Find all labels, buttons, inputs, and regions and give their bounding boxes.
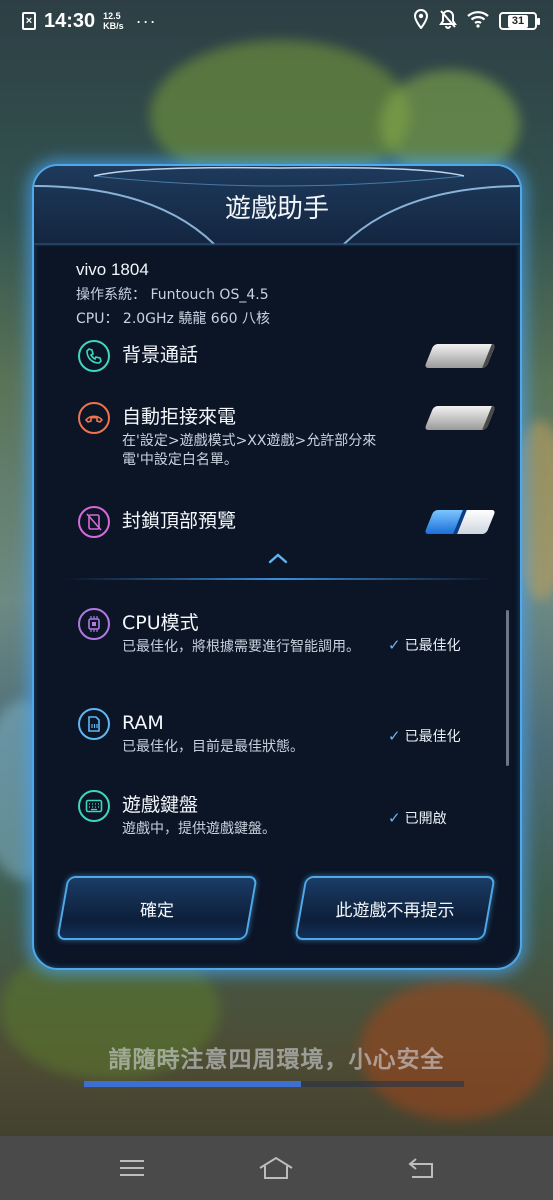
device-model: vivo 1804 xyxy=(76,260,149,279)
dont-remind-button-label: 此遊戲不再提示 xyxy=(335,900,455,921)
optimization-row-keyboard: 遊戲鍵盤 遊戲中，提供遊戲鍵盤。 xyxy=(78,790,362,839)
home-icon xyxy=(259,1156,294,1179)
optimization-status: ✓ 已開啟 xyxy=(388,808,447,828)
block-preview-toggle[interactable] xyxy=(424,510,496,534)
menu-button[interactable] xyxy=(102,1148,162,1188)
clock: 14:30 xyxy=(44,9,96,32)
status-text: 已開啟 xyxy=(404,811,447,827)
confirm-button-label: 確定 xyxy=(140,900,174,921)
device-info: vivo 1804 操作系統： Funtouch OS_4.5 CPU： 2.0… xyxy=(76,260,270,328)
game-assistant-dialog: 遊戲助手 vivo 1804 操作系統： Funtouch OS_4.5 CPU… xyxy=(32,164,522,970)
location-icon xyxy=(413,8,429,34)
loading-progress-bar xyxy=(84,1081,464,1087)
network-speed-unit: KB/s xyxy=(103,21,124,31)
status-text: 已最佳化 xyxy=(404,729,461,745)
toggle-title: 背景通話 xyxy=(122,344,199,366)
check-icon: ✓ xyxy=(388,809,401,827)
toggle-row-auto-reject: 自動拒接來電 在'設定>遊戲模式>XX遊戲>允許部分來電'中設定白名單。 xyxy=(78,402,402,470)
status-bar: × 14:30 12.5 KB/s ··· 31 xyxy=(0,0,553,42)
optimization-title: CPU模式 xyxy=(122,612,199,634)
keyboard-icon xyxy=(78,790,110,822)
optimization-title: RAM xyxy=(122,712,164,734)
loading-progress-fill xyxy=(84,1081,301,1087)
back-button[interactable] xyxy=(391,1148,451,1188)
collapse-chevron-icon[interactable] xyxy=(267,550,289,569)
device-os: 操作系統： Funtouch OS_4.5 xyxy=(76,287,269,303)
hangup-icon xyxy=(78,402,110,434)
toggle-knob xyxy=(424,406,464,430)
optimization-status: ✓ 已最佳化 xyxy=(388,726,461,746)
battery-icon: 31 xyxy=(499,12,540,30)
confirm-button[interactable]: 確定 xyxy=(56,876,258,940)
wifi-icon xyxy=(467,10,489,33)
optimization-subtitle: 遊戲中，提供遊戲鍵盤。 xyxy=(122,821,276,837)
toggle-divider xyxy=(482,344,496,368)
optimization-title: 遊戲鍵盤 xyxy=(122,794,199,816)
ram-icon xyxy=(78,708,110,740)
battery-level: 31 xyxy=(507,14,529,28)
background-call-toggle[interactable] xyxy=(424,344,496,368)
toggle-row-block-preview: 封鎖頂部預覽 xyxy=(78,506,236,538)
home-button[interactable] xyxy=(246,1148,306,1188)
no-sim-icon: × xyxy=(22,12,36,30)
optimization-subtitle: 已最佳化，目前是最佳狀態。 xyxy=(122,739,304,755)
network-speed: 12.5 KB/s xyxy=(103,11,124,31)
toggle-title: 封鎖頂部預覽 xyxy=(122,510,237,532)
optimization-status: ✓ 已最佳化 xyxy=(388,635,461,655)
toggle-title: 自動拒接來電 xyxy=(122,406,237,428)
dialog-title: 遊戲助手 xyxy=(224,194,329,224)
cpu-icon xyxy=(78,608,110,640)
status-text: 已最佳化 xyxy=(404,638,461,654)
auto-reject-toggle[interactable] xyxy=(424,406,496,430)
scrollbar[interactable] xyxy=(506,610,509,766)
more-notifications-icon: ··· xyxy=(135,10,157,31)
toggle-divider xyxy=(482,406,496,430)
optimization-row-ram: RAM 已最佳化，目前是最佳狀態。 xyxy=(78,708,362,757)
toggle-knob xyxy=(424,344,464,368)
safety-notice: 請隨時注意四周環境，小心安全 xyxy=(108,1047,445,1073)
block-notification-icon xyxy=(78,506,110,538)
mute-bell-icon xyxy=(439,9,457,34)
check-icon: ✓ xyxy=(388,636,401,654)
dialog-header: 遊戲助手 xyxy=(34,166,520,246)
dont-remind-button[interactable]: 此遊戲不再提示 xyxy=(294,876,496,940)
toggle-subtitle: 在'設定>遊戲模式>XX遊戲>允許部分來電'中設定白名單。 xyxy=(122,433,377,468)
optimization-subtitle: 已最佳化，將根據需要進行智能調用。 xyxy=(122,639,360,655)
phone-icon xyxy=(78,340,110,372)
back-icon xyxy=(408,1158,433,1178)
device-cpu: CPU： 2.0GHz 驍龍 660 八核 xyxy=(76,311,270,327)
check-icon: ✓ xyxy=(388,727,401,745)
optimization-row-cpu: CPU模式 已最佳化，將根據需要進行智能調用。 xyxy=(78,608,362,657)
section-divider xyxy=(64,578,494,580)
toggle-row-background-call: 背景通話 xyxy=(78,340,198,372)
menu-icon xyxy=(120,1160,145,1176)
network-speed-value: 12.5 xyxy=(103,11,121,21)
navigation-bar xyxy=(0,1136,553,1200)
